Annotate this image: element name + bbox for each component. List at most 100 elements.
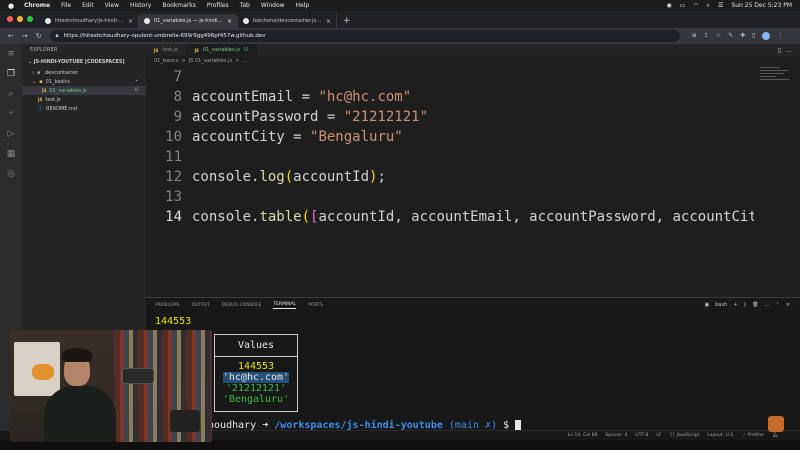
minimize-window-icon[interactable] (17, 16, 23, 22)
code-line[interactable]: 11 (146, 147, 192, 167)
menu-help[interactable]: Help (296, 2, 310, 9)
new-tab-icon[interactable]: + (343, 14, 351, 28)
workspace-section[interactable]: ⌄ JS-HINDI-YOUTUBE [CODESPACES] (22, 57, 146, 68)
notifications-bell-icon[interactable]: 🔔︎ (772, 433, 778, 438)
status-encoding[interactable]: UTF-8 (635, 433, 648, 438)
breadcrumb-folder[interactable]: 01_basics (154, 58, 178, 64)
explorer-icon[interactable]: ❐ (5, 68, 17, 80)
explorer-title: EXPLORER (30, 48, 58, 53)
forward-icon[interactable]: → (22, 32, 28, 40)
status-cursor-position[interactable]: Ln 14, Col 69 (568, 433, 598, 438)
status-prettier[interactable]: ✓ Prettier (743, 433, 765, 438)
tree-item-readme[interactable]: ⓘ README.md (22, 104, 146, 113)
lock-icon[interactable]: 🔒︎ (56, 33, 59, 40)
menu-tab[interactable]: Tab (240, 2, 250, 9)
minimap[interactable] (754, 65, 800, 297)
run-debug-icon[interactable]: ▷ (5, 128, 17, 140)
trash-icon[interactable]: 🗑︎ (752, 302, 758, 308)
remote-explorer-icon[interactable]: ◎ (5, 168, 17, 180)
tab-terminal[interactable]: TERMINAL (273, 302, 297, 309)
record-icon[interactable]: ◉ (667, 2, 672, 9)
close-icon[interactable]: × (227, 18, 232, 25)
sidebar-toggle-icon[interactable]: ▯ (752, 32, 755, 40)
browser-tab-github-repo[interactable]: hiteshchoudhary/js-hindi-youtube × (40, 14, 139, 28)
code-editor[interactable]: 7 8 accountEmail = "hc@hc.com" 9 account… (146, 65, 774, 297)
browser-tab-codespace[interactable]: 01_variables.js — js-hindi-youtube × (139, 14, 238, 28)
tab-output[interactable]: OUTPUT (192, 303, 210, 308)
browser-tab-label: batchone/devcontainer.json at ... (253, 18, 322, 24)
shell-name[interactable]: bash (715, 302, 727, 308)
close-window-icon[interactable] (7, 16, 13, 22)
split-terminal-icon[interactable]: ▯ (743, 302, 746, 308)
menu-edit[interactable]: Edit (82, 2, 94, 9)
close-icon[interactable]: × (128, 18, 133, 25)
javascript-file-icon: JS (38, 97, 43, 102)
code-text: accountEmail = "hc@hc.com" (192, 89, 412, 105)
close-icon[interactable]: × (326, 18, 331, 25)
extensions-icon[interactable]: ▦ (5, 148, 17, 160)
share-icon[interactable]: ⇪ (704, 32, 709, 40)
tree-item-01-variables[interactable]: JS 01_variables.js U (22, 86, 146, 95)
chevron-down-icon: ⌄ (32, 78, 37, 85)
install-icon[interactable]: ⊕ (692, 32, 697, 40)
wifi-icon[interactable]: ◠ (693, 2, 698, 9)
puzzle-icon[interactable]: ✚ (740, 32, 745, 40)
search-icon[interactable]: ⌕ (5, 88, 17, 100)
status-keyboard-layout[interactable]: Layout: U.S. (707, 433, 734, 438)
more-actions-icon[interactable]: … (786, 47, 792, 54)
apple-icon[interactable]: ● (8, 2, 16, 10)
browser-tab-devcontainer[interactable]: batchone/devcontainer.json at ... × (238, 14, 337, 28)
code-line[interactable]: 7 (146, 67, 192, 87)
address-bar[interactable]: 🔒︎ https://hiteshchoudhary-opulent-umbre… (49, 30, 680, 42)
menu-bookmarks[interactable]: Bookmarks (162, 2, 196, 9)
reload-icon[interactable]: ↻ (36, 32, 42, 40)
code-line[interactable]: 10 accountCity = "Bengaluru" (146, 127, 403, 147)
battery-icon[interactable]: ▭ (680, 2, 686, 9)
extensions-icon[interactable]: ✎ (728, 32, 733, 40)
editor-tab-01-variables[interactable]: JS 01_variables.js U (186, 44, 257, 56)
status-language[interactable]: {} JavaScript (670, 433, 700, 438)
browser-actions: ⊕ ⇪ ☆ ✎ ✚ ▯ ⋮ (692, 32, 783, 40)
split-editor-icon[interactable]: ▯ (778, 47, 781, 54)
kebab-menu-icon[interactable]: ⋮ (777, 32, 783, 40)
hamburger-menu-icon[interactable]: ≡ (5, 48, 17, 60)
close-icon[interactable]: × (786, 302, 790, 308)
menu-file[interactable]: File (61, 2, 71, 9)
menu-history[interactable]: History (130, 2, 151, 9)
code-line-current[interactable]: 14 console.table([accountId, accountEmai… (146, 207, 774, 227)
breadcrumb-symbol[interactable]: ... (242, 58, 247, 64)
menubar-datetime[interactable]: Sun 25 Dec 5:23 PM (731, 2, 792, 9)
tab-ports[interactable]: PORTS (308, 303, 323, 308)
more-actions-icon[interactable]: … (765, 302, 770, 308)
folder-icon: ▪ (37, 69, 41, 76)
breadcrumb-file[interactable]: JS 01_variables.js (189, 58, 232, 64)
tab-problems[interactable]: PROBLEMS (155, 303, 180, 308)
source-control-icon[interactable]: ⑂ (5, 108, 17, 120)
maximize-panel-icon[interactable]: ⌃ (776, 302, 780, 308)
table-cell: '21212121' (225, 383, 287, 394)
menu-app-name[interactable]: Chrome (24, 2, 50, 9)
status-eol[interactable]: LF (656, 433, 661, 438)
minimap-line (760, 70, 788, 71)
control-center-icon[interactable]: ☰ (718, 2, 723, 9)
new-terminal-icon[interactable]: + (733, 302, 737, 308)
code-line[interactable]: 13 (146, 187, 192, 207)
tree-item-01-basics[interactable]: ⌄ ▪ 01_basics • (22, 77, 146, 86)
code-line[interactable]: 8 accountEmail = "hc@hc.com" (146, 87, 412, 107)
code-line[interactable]: 9 accountPassword = "21212121" (146, 107, 428, 127)
back-icon[interactable]: ← (8, 32, 14, 40)
menu-profiles[interactable]: Profiles (207, 2, 229, 9)
avatar[interactable] (762, 32, 771, 40)
bookmark-star-icon[interactable]: ☆ (716, 32, 721, 40)
search-icon[interactable]: ⌕ (707, 2, 710, 10)
code-text: accountCity = "Bengaluru" (192, 129, 403, 145)
status-indentation[interactable]: Spaces: 4 (605, 433, 627, 438)
menu-window[interactable]: Window (261, 2, 285, 9)
zoom-window-icon[interactable] (27, 16, 33, 22)
tree-item-devcontainer[interactable]: › ▪ .devcontainer (22, 68, 146, 77)
code-line[interactable]: 12 console.log(accountId); (146, 167, 386, 187)
tab-debug-console[interactable]: DEBUG CONSOLE (222, 303, 261, 308)
tree-item-test-js[interactable]: JS test.js (22, 95, 146, 104)
editor-tab-test-js[interactable]: JS test.js (146, 44, 187, 56)
menu-view[interactable]: View (105, 2, 119, 9)
